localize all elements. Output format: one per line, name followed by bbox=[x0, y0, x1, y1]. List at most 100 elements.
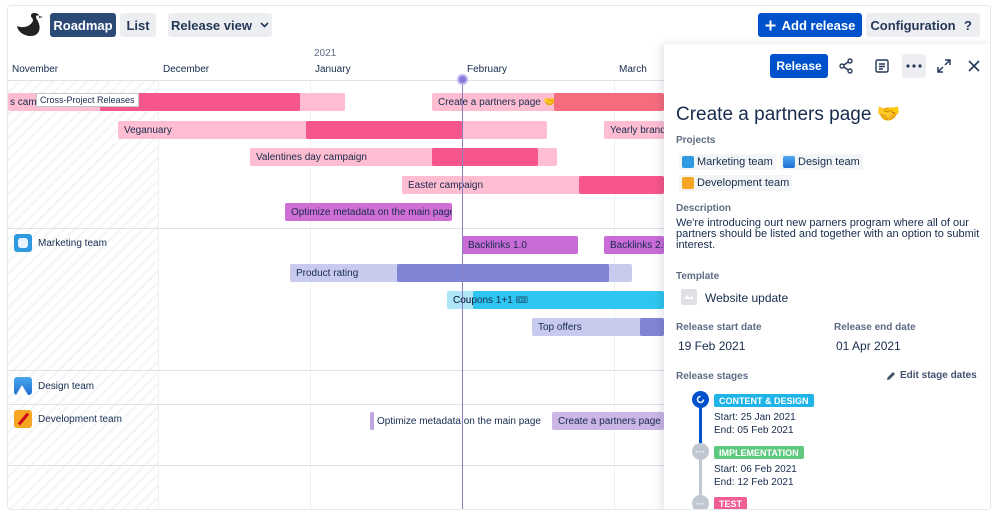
header-divider bbox=[8, 80, 664, 81]
notes-button[interactable] bbox=[870, 54, 894, 78]
group-divider bbox=[8, 465, 664, 466]
mountain-avatar-icon bbox=[783, 156, 795, 168]
roadmap-tab[interactable]: Roadmap bbox=[50, 13, 116, 37]
expand-icon bbox=[937, 59, 951, 73]
release-view-label: Release view bbox=[171, 17, 252, 33]
template-icon bbox=[681, 289, 697, 305]
release-bar-label: Backlinks 2.0 bbox=[610, 239, 664, 251]
start-date-label: Release start date bbox=[676, 322, 762, 333]
release-bar-label: Top offers bbox=[538, 321, 582, 333]
cross-project-tooltip: Cross-Project Releases bbox=[36, 93, 139, 107]
project-chip[interactable]: Marketing team bbox=[679, 154, 776, 170]
team-label: Development team bbox=[38, 413, 122, 425]
mountain-avatar-icon bbox=[14, 377, 32, 395]
robot-avatar-icon bbox=[14, 234, 32, 252]
top-toolbar: Roadmap List Release view Add release Co… bbox=[8, 6, 990, 44]
release-title: Create a partners page 🤝 bbox=[676, 104, 901, 125]
stage-node-active[interactable] bbox=[692, 391, 709, 408]
robot-avatar-icon bbox=[682, 156, 694, 168]
release-bar-label: Create a partners page bbox=[558, 415, 661, 427]
release-bar-label: Valentines day campaign bbox=[256, 151, 367, 163]
release-bar[interactable]: Optimize metadata on the main page bbox=[285, 203, 452, 221]
stage-badge: CONTENT & DESIGN bbox=[714, 394, 814, 407]
close-button[interactable] bbox=[962, 54, 986, 78]
stage-start: Start: 25 Jan 2021 bbox=[714, 412, 796, 423]
stage-start: Start: 06 Feb 2021 bbox=[714, 464, 797, 475]
pencil-avatar-icon bbox=[14, 410, 32, 428]
edit-stage-dates-button[interactable]: Edit stage dates bbox=[886, 370, 977, 381]
share-button[interactable] bbox=[834, 54, 858, 78]
release-bar-progress bbox=[432, 148, 538, 166]
month-label: November bbox=[12, 64, 59, 75]
add-release-label: Add release bbox=[781, 17, 856, 33]
template-label: Template bbox=[676, 271, 720, 282]
release-view-dropdown[interactable]: Release view bbox=[168, 13, 272, 37]
pencil-icon bbox=[887, 371, 895, 380]
team-row-design[interactable]: Design team bbox=[14, 377, 94, 395]
release-bar-label: Easter campaign bbox=[408, 179, 484, 191]
more-dots-icon bbox=[906, 64, 922, 68]
today-marker-dot[interactable] bbox=[457, 74, 468, 85]
year-label: 2021 bbox=[314, 48, 337, 59]
project-chip-label: Marketing team bbox=[697, 156, 773, 168]
release-bar-label: Create a partners page 🤝 bbox=[438, 96, 557, 108]
release-bar-progress bbox=[579, 176, 664, 194]
description-label: Description bbox=[676, 203, 732, 214]
team-row-marketing[interactable]: Marketing team bbox=[14, 234, 107, 252]
team-label: Marketing team bbox=[38, 237, 107, 249]
notes-icon bbox=[875, 59, 889, 73]
more-button[interactable] bbox=[902, 54, 926, 78]
swan-logo-icon bbox=[17, 13, 43, 36]
description-text: We're introducing ourt new parners progr… bbox=[676, 217, 980, 251]
release-bar-label: Yearly brand re bbox=[610, 124, 664, 136]
release-bar-label: Veganuary bbox=[124, 124, 172, 136]
start-date-value[interactable]: 19 Feb 2021 bbox=[678, 339, 745, 353]
pencil-avatar-icon bbox=[682, 177, 694, 189]
team-label: Design team bbox=[38, 380, 95, 392]
help-button[interactable]: ? bbox=[956, 13, 980, 37]
release-bar-label: Optimize metadata on the main page bbox=[291, 206, 452, 218]
project-chip-label: Design team bbox=[798, 156, 860, 168]
project-chip[interactable]: Development team bbox=[679, 175, 793, 191]
release-stages-label: Release stages bbox=[676, 371, 749, 382]
month-label: January bbox=[315, 64, 351, 75]
release-bar-overlay: Coupons 1+1 🎟 bbox=[447, 291, 537, 309]
month-label: February bbox=[467, 64, 508, 75]
release-bar[interactable]: Yearly brand re bbox=[604, 121, 664, 139]
release-bar[interactable]: Optimize metadata on the main page bbox=[370, 412, 570, 430]
end-date-label: Release end date bbox=[834, 322, 916, 333]
group-divider bbox=[8, 228, 664, 229]
release-bar-progress bbox=[554, 93, 664, 111]
release-bar-label: Backlinks 1.0 bbox=[468, 239, 527, 251]
edit-stage-dates-label: Edit stage dates bbox=[900, 370, 977, 381]
add-release-button[interactable]: Add release bbox=[758, 13, 862, 37]
stage-end: End: 12 Feb 2021 bbox=[714, 477, 794, 488]
release-button[interactable]: Release bbox=[770, 54, 828, 78]
release-bar-progress bbox=[640, 318, 664, 336]
project-chip[interactable]: Design team bbox=[780, 154, 863, 170]
month-divider bbox=[310, 80, 311, 509]
release-bar-progress bbox=[397, 264, 609, 282]
release-bar[interactable]: Backlinks 2.0 bbox=[604, 236, 664, 254]
plus-icon bbox=[765, 20, 776, 30]
projects-label: Projects bbox=[676, 135, 716, 146]
stage-end: End: 05 Feb 2021 bbox=[714, 425, 794, 436]
stage-badge: IMPLEMENTATION bbox=[714, 446, 804, 459]
team-row-development[interactable]: Development team bbox=[14, 410, 122, 428]
expand-button[interactable] bbox=[932, 54, 956, 78]
month-label: December bbox=[163, 64, 210, 75]
project-chip-label: Development team bbox=[697, 177, 790, 189]
stage-node[interactable]: ··· bbox=[692, 495, 709, 509]
group-divider bbox=[8, 370, 664, 371]
close-icon bbox=[968, 60, 980, 72]
list-tab[interactable]: List bbox=[120, 13, 156, 37]
stage-node[interactable]: ··· bbox=[692, 443, 709, 460]
configuration-button[interactable]: Configuration bbox=[866, 13, 960, 37]
release-bar[interactable]: Create a partners page bbox=[552, 412, 664, 430]
stage-badge: TEST bbox=[714, 497, 748, 509]
release-bar-progress bbox=[306, 121, 462, 139]
release-detail-panel: Release Create a partners page 🤝 Project… bbox=[664, 44, 990, 509]
month-label: March bbox=[619, 64, 647, 75]
end-date-value[interactable]: 01 Apr 2021 bbox=[836, 339, 901, 353]
release-bar[interactable]: Backlinks 1.0 bbox=[462, 236, 578, 254]
